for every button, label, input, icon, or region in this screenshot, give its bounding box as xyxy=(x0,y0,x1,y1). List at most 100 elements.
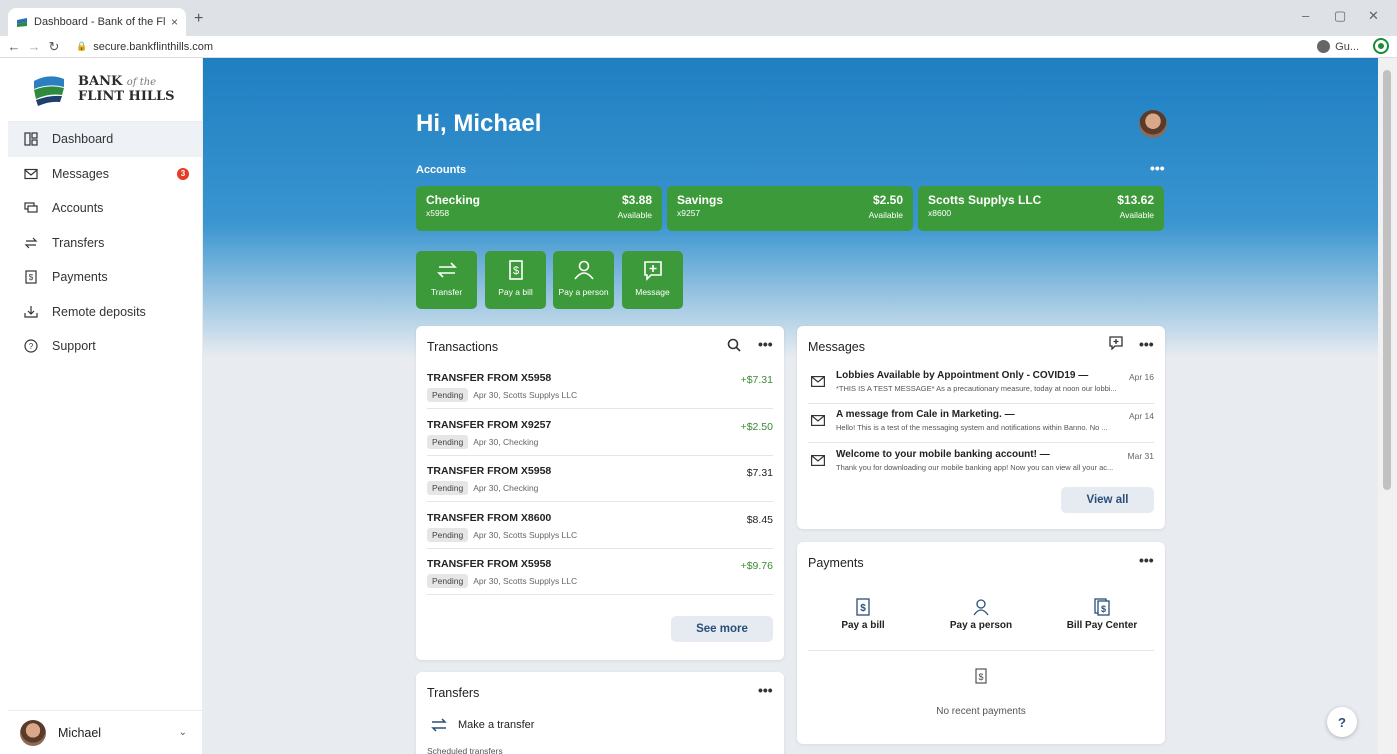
sidebar-item-remote-deposits[interactable]: Remote deposits xyxy=(8,295,202,330)
help-icon: ? xyxy=(24,339,38,353)
status-badge: Pending xyxy=(427,528,469,542)
sidebar-item-accounts[interactable]: Accounts xyxy=(8,191,202,226)
user-menu[interactable]: Michael ⌄ xyxy=(8,710,203,754)
payments-more-icon[interactable]: ••• xyxy=(1139,552,1154,568)
transaction-amount: $7.31 xyxy=(746,467,773,479)
pay-person-link[interactable]: Pay a person xyxy=(921,598,1041,631)
extension-icon[interactable] xyxy=(1375,40,1387,52)
sidebar-item-label: Remote deposits xyxy=(52,304,146,319)
tab-close-icon[interactable]: × xyxy=(171,15,178,29)
transaction-row[interactable]: TRANSFER FROM X8600 $8.45 Pending Apr 30,… xyxy=(427,503,773,549)
reload-icon[interactable]: ↻ xyxy=(44,39,64,55)
view-all-button[interactable]: View all xyxy=(1061,487,1154,513)
compose-icon[interactable] xyxy=(1109,336,1123,350)
accounts-more-icon[interactable]: ••• xyxy=(1150,160,1165,176)
profile-avatar[interactable] xyxy=(1139,110,1167,138)
url-field[interactable]: 🔒 secure.bankflinthills.com xyxy=(76,41,213,53)
see-more-button[interactable]: See more xyxy=(671,616,773,642)
transaction-title: TRANSFER FROM X5958 xyxy=(427,372,552,384)
browser-tab[interactable]: Dashboard - Bank of the Flint Hil × xyxy=(8,8,186,36)
transfer-icon xyxy=(24,236,38,250)
person-icon xyxy=(573,260,594,280)
dashboard-icon xyxy=(24,132,38,146)
message-button[interactable]: Message xyxy=(622,251,683,309)
tab-title: Dashboard - Bank of the Flint Hil xyxy=(34,16,165,28)
scrollbar-thumb[interactable] xyxy=(1383,70,1391,490)
pay-person-button[interactable]: Pay a person xyxy=(553,251,614,309)
deposit-icon xyxy=(24,305,38,319)
account-name: Checking xyxy=(426,193,481,207)
message-preview: Hello! This is a test of the messaging s… xyxy=(836,423,1108,432)
svg-text:$: $ xyxy=(978,672,983,682)
address-bar: ← → ↻ 🔒 secure.bankflinthills.com xyxy=(0,36,1397,58)
payments-card: Payments ••• $ Pay a bill Pay a person $… xyxy=(797,542,1165,744)
messages-heading: Messages xyxy=(808,340,865,354)
sidebar-item-label: Payments xyxy=(52,270,108,285)
sidebar-item-support[interactable]: ? Support xyxy=(8,329,202,364)
transaction-meta: Pending Apr 30, Scotts Supplys LLC xyxy=(427,528,577,542)
sidebar: BANK of the FLINT HILLS Dashboard Messag… xyxy=(8,58,203,754)
bill-pay-center-link[interactable]: $ Bill Pay Center xyxy=(1042,598,1162,631)
message-item[interactable]: A message from Cale in Marketing. — Apr … xyxy=(808,405,1154,443)
message-item[interactable]: Welcome to your mobile banking account! … xyxy=(808,445,1154,483)
status-badge: Pending xyxy=(427,481,469,495)
make-transfer-link[interactable]: Make a transfer xyxy=(430,716,534,734)
window-close-button[interactable]: ✕ xyxy=(1368,8,1379,24)
transaction-detail: Apr 30, Scotts Supplys LLC xyxy=(473,576,578,586)
transactions-more-icon[interactable]: ••• xyxy=(758,336,773,352)
transfers-more-icon[interactable]: ••• xyxy=(758,682,773,698)
pay-bill-button[interactable]: $ Pay a bill xyxy=(485,251,546,309)
page-scrollbar[interactable] xyxy=(1378,58,1397,754)
transaction-row[interactable]: TRANSFER FROM X9257 +$2.50 Pending Apr 30… xyxy=(427,410,773,456)
sidebar-item-messages[interactable]: Messages 3 xyxy=(8,157,202,192)
transfers-heading: Transfers xyxy=(427,686,480,700)
person-icon xyxy=(973,599,989,616)
forward-arrow-icon[interactable]: → xyxy=(24,39,44,54)
bank-logo[interactable]: BANK of the FLINT HILLS xyxy=(8,58,202,122)
divider xyxy=(808,650,1154,651)
bill-icon: $ xyxy=(508,260,523,280)
accounts-icon xyxy=(24,201,38,215)
status-badge: Pending xyxy=(427,574,469,588)
messages-more-icon[interactable]: ••• xyxy=(1139,336,1154,352)
message-date: Mar 31 xyxy=(1127,451,1154,461)
transaction-amount: +$2.50 xyxy=(740,421,773,433)
account-card-savings[interactable]: Savings x9257 $2.50 Available xyxy=(667,186,913,231)
transactions-heading: Transactions xyxy=(427,340,499,354)
back-arrow-icon[interactable]: ← xyxy=(4,39,24,54)
chevron-down-icon: ⌄ xyxy=(178,727,187,738)
transaction-meta: Pending Apr 30, Checking xyxy=(427,435,538,449)
scheduled-transfers-label: Scheduled transfers xyxy=(427,746,503,754)
bill-icon: $ xyxy=(856,598,870,616)
transaction-row[interactable]: TRANSFER FROM X5958 +$9.76 Pending Apr 30… xyxy=(427,549,773,595)
minimize-button[interactable]: – xyxy=(1302,8,1309,23)
pay-action-label: Pay a bill xyxy=(841,620,885,631)
sidebar-item-transfers[interactable]: Transfers xyxy=(8,226,202,261)
account-card-checking[interactable]: Checking x5958 $3.88 Available xyxy=(416,186,662,231)
bank-favicon-icon xyxy=(17,18,27,27)
page-title: Hi, Michael xyxy=(416,110,542,137)
account-balance: $2.50 xyxy=(872,193,903,207)
sidebar-item-payments[interactable]: $ Payments xyxy=(8,260,202,295)
transfer-button[interactable]: Transfer xyxy=(416,251,477,309)
transaction-meta: Pending Apr 30, Scotts Supplys LLC xyxy=(427,574,577,588)
browser-profile[interactable]: Gu... xyxy=(1317,40,1359,53)
search-icon[interactable] xyxy=(727,338,741,352)
messages-card: Messages ••• Lobbies Available by Appoin… xyxy=(797,326,1165,529)
new-tab-button[interactable]: + xyxy=(194,10,203,28)
pay-bill-link[interactable]: $ Pay a bill xyxy=(803,598,923,631)
browser-tab-bar: Dashboard - Bank of the Flint Hil × + – … xyxy=(0,0,1397,36)
bill-icon: $ xyxy=(975,668,987,684)
transaction-amount: $8.45 xyxy=(746,514,773,526)
account-card-business[interactable]: Scotts Supplys LLC x8600 $13.62 Availabl… xyxy=(918,186,1164,231)
transactions-card: Transactions ••• TRANSFER FROM X5958 +$7… xyxy=(416,326,784,660)
status-badge: Pending xyxy=(427,435,469,449)
transaction-row[interactable]: TRANSFER FROM X5958 $7.31 Pending Apr 30,… xyxy=(427,456,773,502)
sidebar-item-dashboard[interactable]: Dashboard xyxy=(8,122,202,157)
transfers-card: Transfers ••• Make a transfer Scheduled … xyxy=(416,672,784,754)
message-item[interactable]: Lobbies Available by Appointment Only - … xyxy=(808,366,1154,404)
help-button[interactable]: ? xyxy=(1327,707,1357,737)
transaction-row[interactable]: TRANSFER FROM X5958 +$7.31 Pending Apr 30… xyxy=(427,363,773,409)
maximize-button[interactable]: ▢ xyxy=(1334,8,1346,24)
transaction-title: TRANSFER FROM X8600 xyxy=(427,512,552,524)
